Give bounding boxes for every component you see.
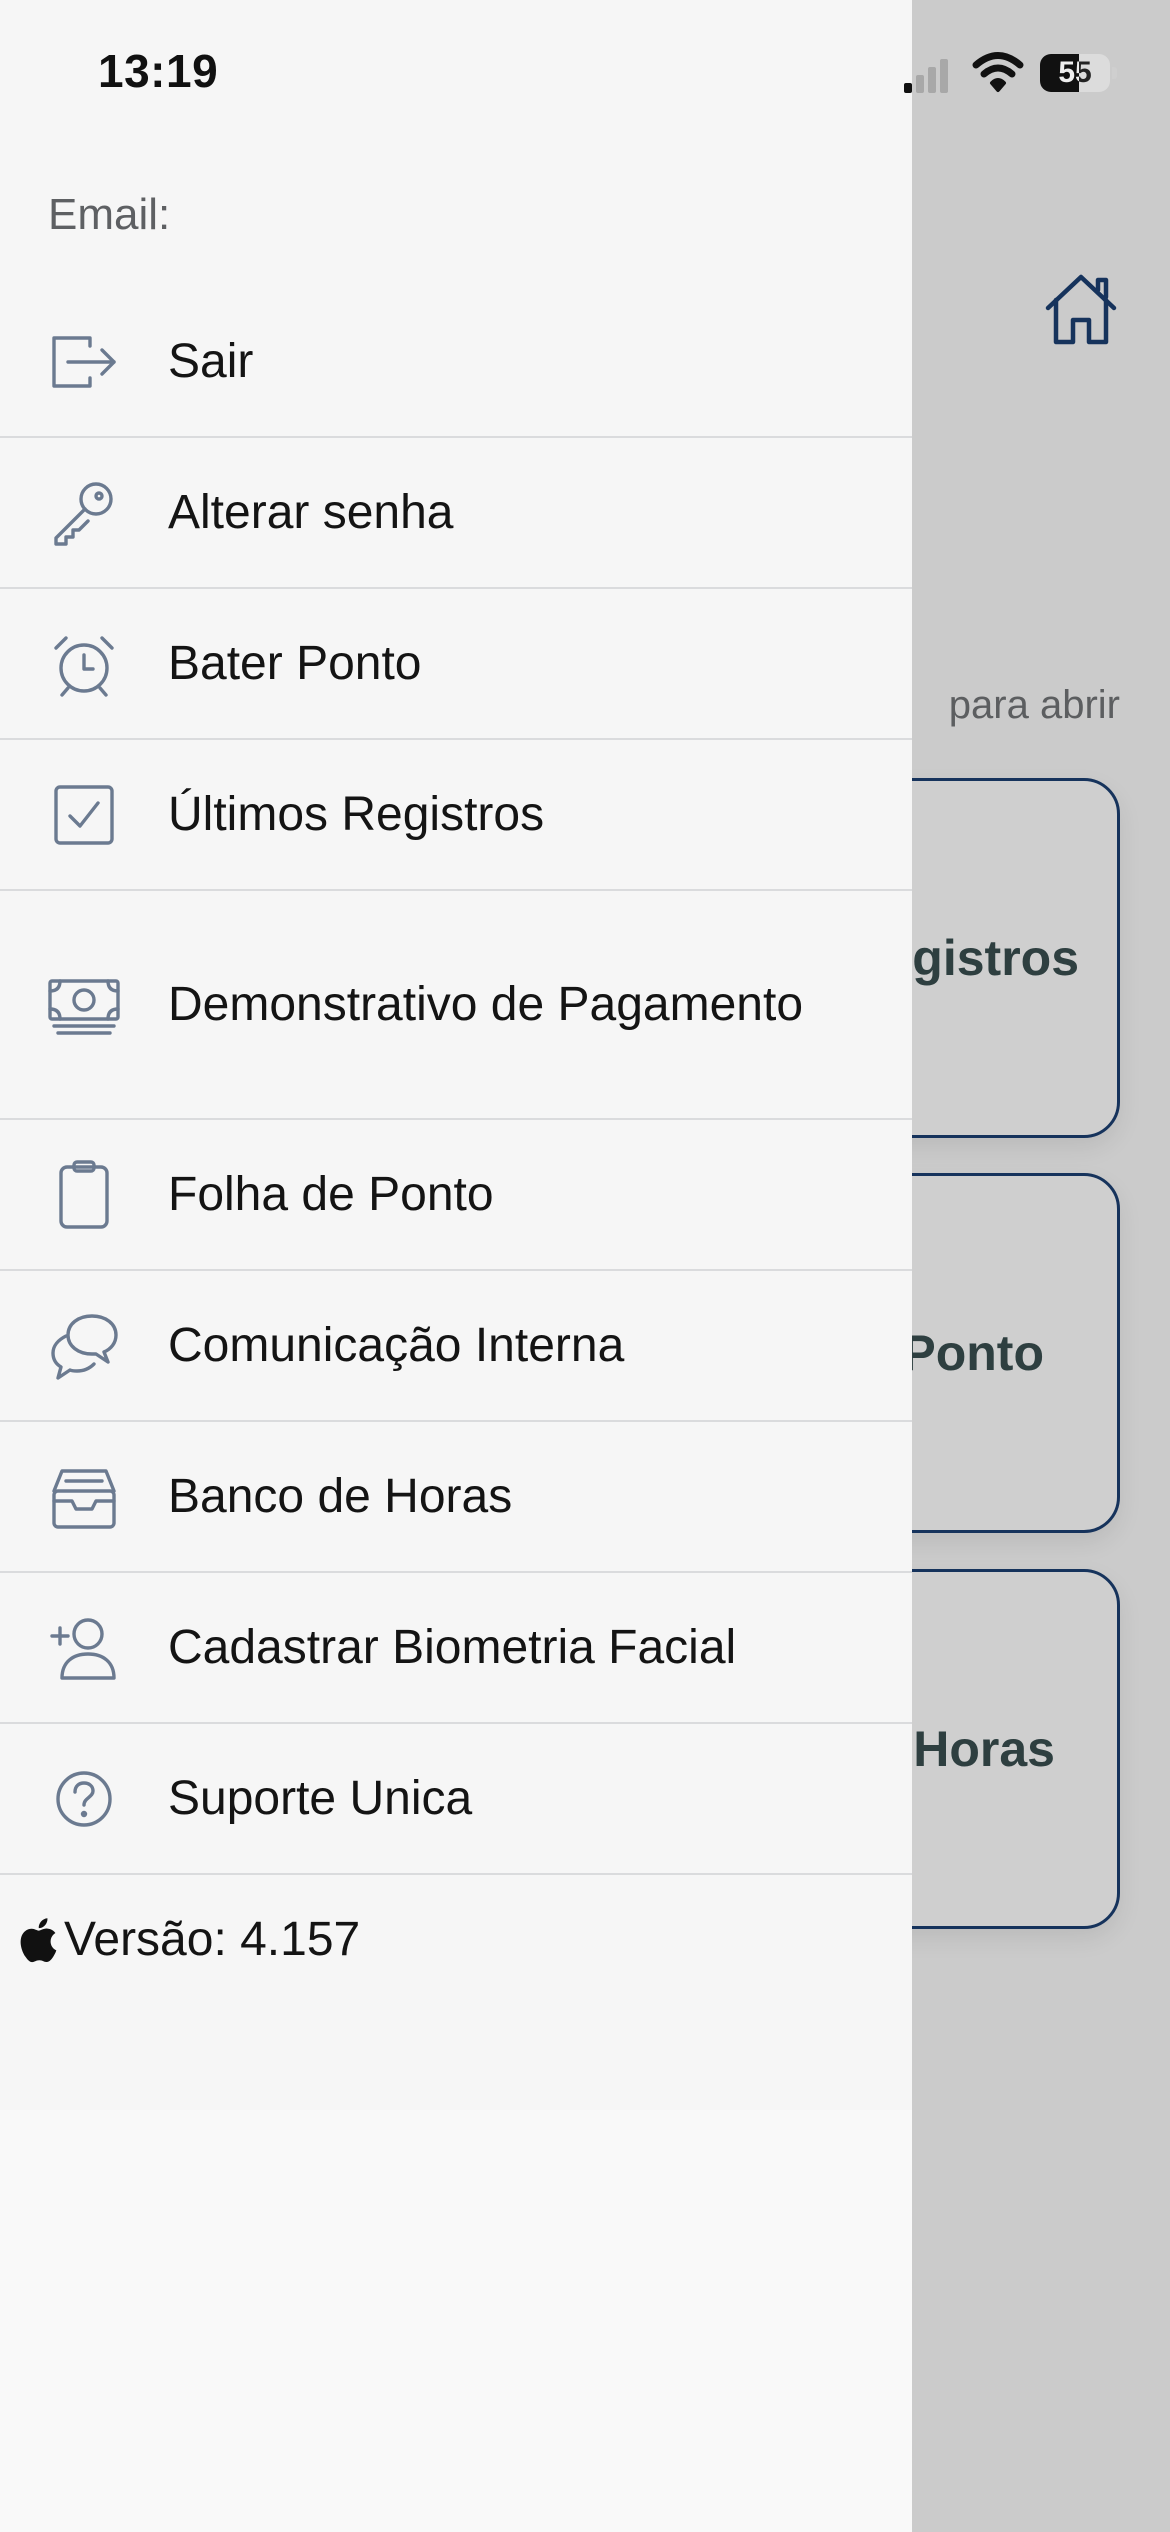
- banknote-icon: [48, 969, 120, 1041]
- wifi-icon: [972, 52, 1024, 92]
- card-label: gistros: [912, 930, 1079, 986]
- logout-icon: [48, 326, 120, 398]
- menu-item-banco-de-horas[interactable]: Banco de Horas: [0, 1422, 912, 1573]
- app-version: Versão: 4.157: [18, 1912, 360, 1967]
- menu-item-label: Alterar senha: [168, 485, 454, 539]
- menu-item-label: Folha de Ponto: [168, 1167, 494, 1221]
- card-label: Ponto: [902, 1325, 1044, 1381]
- apple-icon: [20, 1917, 57, 1962]
- menu-item-demonstrativo-pagamento[interactable]: Demonstrativo de Pagamento: [0, 891, 912, 1120]
- home-icon[interactable]: [1042, 270, 1120, 348]
- menu-item-comunicacao-interna[interactable]: Comunicação Interna: [0, 1271, 912, 1422]
- clipboard-icon: [48, 1159, 120, 1231]
- battery-icon: 55: [1040, 54, 1110, 92]
- menu-item-ultimos-registros[interactable]: Últimos Registros: [0, 740, 912, 891]
- menu-item-label: Comunicação Interna: [168, 1318, 625, 1372]
- menu-item-suporte-unica[interactable]: Suporte Unica: [0, 1724, 912, 1875]
- menu-item-bater-ponto[interactable]: Bater Ponto: [0, 589, 912, 740]
- drawer-menu: Sair Alterar senha Bater Ponto Últimos R…: [0, 287, 912, 1875]
- battery-cap: [1112, 67, 1117, 79]
- alarm-clock-icon: [48, 628, 120, 700]
- key-icon: [48, 477, 120, 549]
- menu-item-label: Sair: [168, 334, 254, 388]
- inbox-tray-icon: [48, 1461, 120, 1533]
- menu-item-label: Bater Ponto: [168, 636, 422, 690]
- menu-item-folha-de-ponto[interactable]: Folha de Ponto: [0, 1120, 912, 1271]
- user-add-icon: [48, 1612, 120, 1684]
- battery-level: 55: [1058, 56, 1092, 89]
- chat-bubbles-icon: [48, 1310, 120, 1382]
- card-label: Horas: [913, 1721, 1055, 1777]
- menu-item-sair[interactable]: Sair: [0, 287, 912, 438]
- menu-item-label: Cadastrar Biometria Facial: [168, 1620, 737, 1674]
- status-time: 13:19: [98, 45, 219, 97]
- menu-item-label: Últimos Registros: [168, 787, 545, 841]
- menu-item-label: Suporte Unica: [168, 1771, 473, 1825]
- menu-item-label: Banco de Horas: [168, 1469, 513, 1523]
- menu-item-label: Demonstrativo de Pagamento: [168, 977, 804, 1031]
- menu-item-cadastrar-biometria[interactable]: Cadastrar Biometria Facial: [0, 1573, 912, 1724]
- checkbox-icon: [48, 779, 120, 851]
- email-label: Email:: [48, 190, 171, 239]
- menu-item-alterar-senha[interactable]: Alterar senha: [0, 438, 912, 589]
- help-circle-icon: [48, 1763, 120, 1835]
- side-drawer: Email: Sair Alterar senha Bater Ponto Úl…: [0, 0, 912, 2532]
- open-hint-text: para abrir: [948, 683, 1120, 727]
- version-text: Versão: 4.157: [64, 1913, 361, 1966]
- cellular-signal-icon: [904, 59, 948, 93]
